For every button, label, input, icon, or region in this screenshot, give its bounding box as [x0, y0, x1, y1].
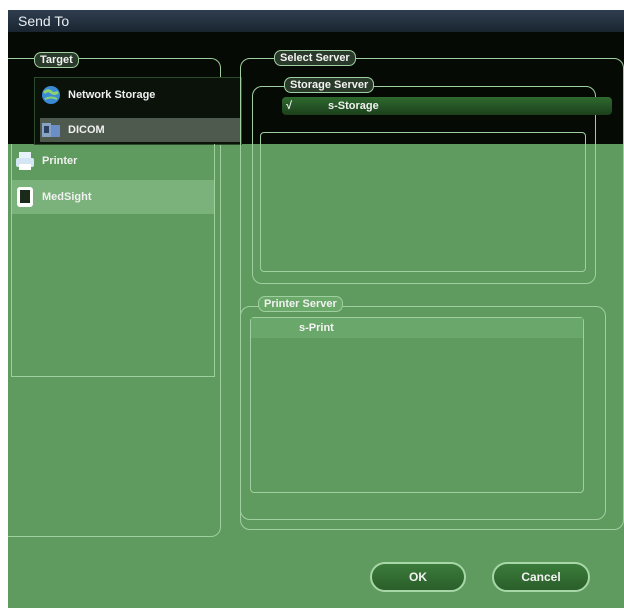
printer-server-list: s-Print — [250, 317, 584, 493]
storage-server-name: s-Storage — [328, 100, 379, 112]
storage-server-row[interactable]: √ s-Storage — [282, 97, 612, 115]
printer-server-row[interactable]: s-Print — [251, 318, 583, 338]
printer-icon — [14, 150, 36, 172]
cancel-button[interactable]: Cancel — [492, 562, 590, 592]
target-item-dicom[interactable]: DICOM — [40, 118, 240, 142]
dicom-icon — [40, 119, 62, 141]
target-item-label: Printer — [42, 155, 78, 167]
send-to-dialog: Send To Target Network Storage DICOM Pri… — [8, 10, 624, 608]
target-item-network-storage[interactable]: Network Storage — [40, 84, 155, 106]
globe-icon — [40, 84, 62, 106]
ok-button[interactable]: OK — [370, 562, 466, 592]
target-item-label: MedSight — [42, 191, 92, 203]
printer-server-legend: Printer Server — [258, 296, 343, 312]
window-title: Send To — [8, 10, 624, 32]
target-item-label: Network Storage — [68, 89, 156, 101]
target-item-medsight[interactable]: MedSight — [12, 180, 214, 214]
printer-server-name: s-Print — [299, 322, 334, 334]
tablet-icon — [14, 186, 36, 208]
storage-server-list — [260, 132, 586, 272]
target-legend: Target — [34, 52, 79, 68]
storage-server-legend: Storage Server — [284, 77, 375, 93]
checkmark-icon: √ — [286, 100, 293, 112]
target-item-label: DICOM — [68, 124, 105, 136]
target-item-printer[interactable]: Printer — [14, 150, 77, 172]
select-server-legend: Select Server — [274, 50, 356, 66]
target-list: Printer MedSight — [11, 144, 215, 377]
